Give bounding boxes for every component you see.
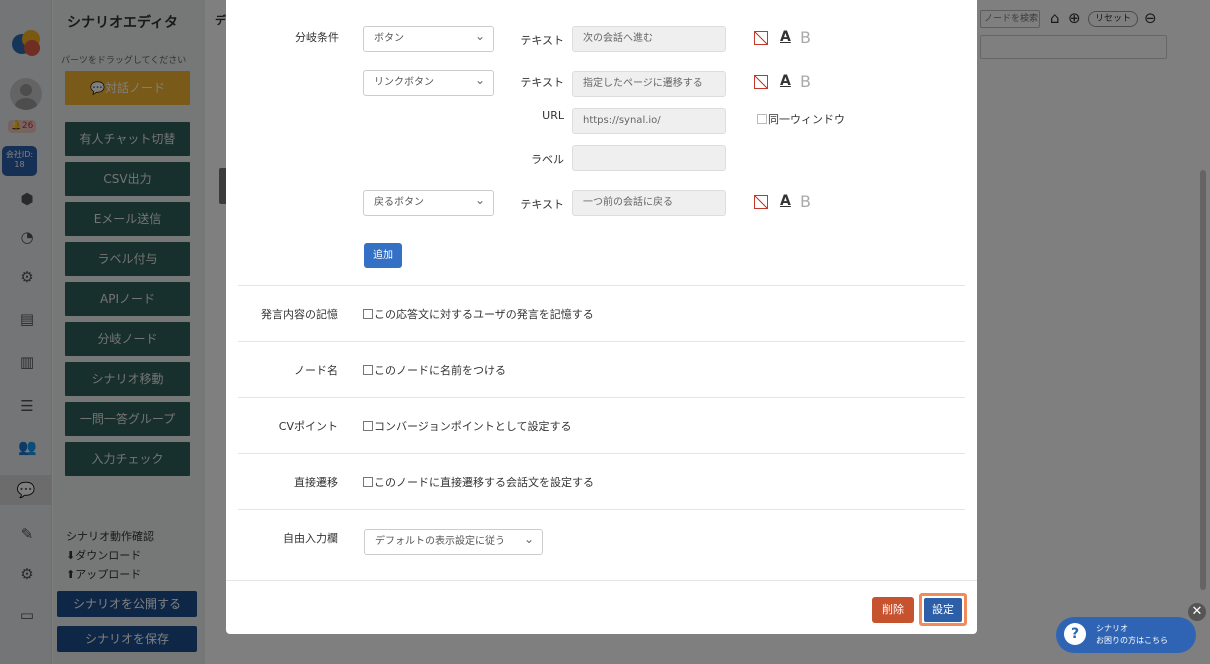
divider: [238, 453, 965, 454]
same-window-checkbox[interactable]: 同一ウィンドウ: [757, 111, 845, 127]
text-label: テキスト: [520, 198, 564, 211]
font-color-icon[interactable]: A: [780, 73, 791, 89]
font-color-icon[interactable]: A: [780, 193, 791, 209]
divider: [238, 397, 965, 398]
url-label: URL: [542, 109, 564, 122]
url-input[interactable]: https://synal.io/: [572, 108, 726, 134]
node-settings-modal: 分岐条件 ボタン テキスト 次の会話へ進む A B リンクボタン テキスト 指定…: [226, 0, 977, 634]
help-line-2: お困りの方はこちら: [1096, 636, 1168, 645]
branch-text-input[interactable]: 指定したページに遷移する: [572, 71, 726, 97]
branch-type-select[interactable]: 戻るボタン: [363, 188, 494, 216]
branch-type-select[interactable]: ボタン: [363, 24, 494, 52]
text-label: テキスト: [520, 76, 564, 89]
set-button[interactable]: 設定: [924, 598, 962, 622]
close-icon[interactable]: ✕: [1188, 603, 1206, 621]
set-button-focus-ring: 設定: [919, 593, 967, 626]
color-none-icon[interactable]: [754, 195, 768, 209]
memory-row-label: 発言内容の記憶: [261, 308, 338, 321]
divider: [238, 285, 965, 286]
cv-point-checkbox[interactable]: コンバージョンポイントとして設定する: [363, 418, 571, 434]
divider: [238, 509, 965, 510]
node-name-row-label: ノード名: [294, 364, 338, 377]
font-color-icon[interactable]: A: [780, 29, 791, 45]
help-line-1: シナリオ: [1096, 624, 1128, 633]
help-widget[interactable]: ? シナリオ お困りの方はこちら: [1056, 617, 1196, 653]
branch-text-input[interactable]: 一つ前の会話に戻る: [572, 190, 726, 216]
memory-checkbox[interactable]: この応答文に対するユーザの発言を記憶する: [363, 306, 594, 322]
text-format-controls: A B: [754, 72, 824, 91]
branch-type-select[interactable]: リンクボタン: [363, 68, 494, 96]
branch-condition-label: 分岐条件: [295, 31, 339, 44]
delete-button[interactable]: 削除: [872, 597, 914, 623]
branch-text-input[interactable]: 次の会話へ進む: [572, 26, 726, 52]
add-branch-button[interactable]: 追加: [364, 243, 402, 268]
color-none-icon[interactable]: [754, 31, 768, 45]
text-format-controls: A B: [754, 28, 824, 47]
text-format-controls: A B: [754, 192, 824, 211]
direct-transition-row-label: 直接遷移: [294, 476, 338, 489]
label-input[interactable]: [572, 145, 726, 171]
bold-icon[interactable]: B: [800, 72, 811, 91]
node-name-checkbox[interactable]: このノードに名前をつける: [363, 362, 506, 378]
direct-transition-checkbox[interactable]: このノードに直接遷移する会話文を設定する: [363, 474, 594, 490]
divider: [238, 341, 965, 342]
cv-point-row-label: CVポイント: [278, 420, 338, 433]
bold-icon[interactable]: B: [800, 28, 811, 47]
free-input-row-label: 自由入力欄: [283, 532, 338, 545]
bold-icon[interactable]: B: [800, 192, 811, 211]
label-label: ラベル: [531, 153, 564, 166]
question-icon: ?: [1064, 623, 1086, 645]
text-label: テキスト: [520, 34, 564, 47]
footer-divider: [226, 580, 977, 581]
free-input-select[interactable]: デフォルトの表示設定に従う: [364, 527, 543, 555]
color-none-icon[interactable]: [754, 75, 768, 89]
